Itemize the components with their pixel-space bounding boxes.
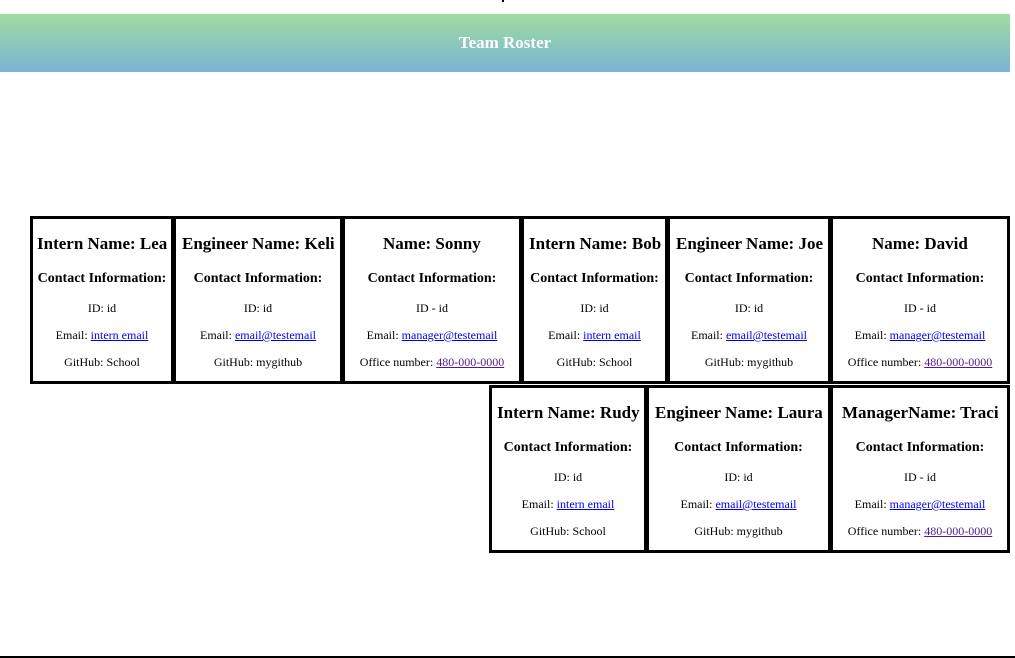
manager-card-traci: ManagerName: Traci Contact Information: … (830, 385, 1010, 553)
github-line: GitHub: School (530, 524, 606, 538)
card-title: Intern Name: Lea (37, 234, 168, 253)
email-line: Email: manager@testemail (366, 328, 498, 342)
contact-heading: Contact Information: (367, 271, 497, 286)
card-title: Intern Name: Rudy (497, 403, 640, 422)
github-line: GitHub: mygithub (704, 355, 794, 369)
id-line: ID - id (904, 470, 936, 484)
contact-heading: Contact Information: (674, 440, 803, 455)
id-line: ID: id (87, 301, 117, 315)
github-line: GitHub: mygithub (213, 355, 303, 369)
id-line: ID: id (553, 470, 583, 484)
contact-heading: Contact Information: (193, 271, 323, 286)
contact-heading: Contact Information: (503, 440, 633, 455)
phone-link[interactable]: 480-000-0000 (436, 355, 504, 369)
email-line: Email: intern email (55, 328, 149, 342)
email-link[interactable]: email@testemail (726, 328, 807, 342)
contact-heading: Contact Information: (855, 271, 985, 286)
contact-heading: Contact Information: (855, 440, 985, 455)
engineer-card-keli: Engineer Name: Keli Contact Information:… (173, 216, 343, 384)
email-line: Email: manager@testemail (854, 497, 986, 511)
github-line: GitHub: mygithub (694, 524, 783, 538)
contact-heading: Contact Information: (530, 271, 659, 286)
email-line: Email: email@testemail (199, 328, 317, 342)
id-line: ID - id (416, 301, 448, 315)
engineer-card-laura: Engineer Name: Laura Contact Information… (646, 385, 831, 553)
contact-heading: Contact Information: (37, 271, 167, 286)
engineer-card-joe: Engineer Name: Joe Contact Information: … (667, 216, 831, 384)
top-dot (502, 0, 504, 2)
intern-card-lea: Intern Name: Lea Contact Information: ID… (30, 216, 174, 384)
email-line: Email: intern email (521, 497, 615, 511)
github-line: GitHub: School (556, 355, 633, 369)
page-title: Team Roster (458, 33, 552, 52)
email-link[interactable]: manager@testemail (402, 328, 498, 342)
phone-link[interactable]: 480-000-0000 (924, 355, 992, 369)
contact-heading: Contact Information: (684, 271, 814, 286)
intern-card-bob: Intern Name: Bob Contact Information: ID… (521, 216, 668, 384)
github-line: GitHub: School (64, 355, 140, 369)
email-line: Email: intern email (548, 328, 641, 342)
id-line: ID: id (734, 301, 764, 315)
card-title: ManagerName: Traci (842, 403, 999, 422)
email-link[interactable]: manager@testemail (890, 497, 986, 511)
card-title: Engineer Name: Laura (655, 403, 823, 422)
id-line: ID: id (724, 470, 753, 484)
id-line: ID: id (243, 301, 273, 315)
email-line: Email: email@testemail (690, 328, 808, 342)
manager-card-david: Name: David Contact Information: ID - id… (830, 216, 1010, 384)
card-title: Intern Name: Bob (529, 234, 662, 253)
intern-card-rudy: Intern Name: Rudy Contact Information: I… (489, 385, 647, 553)
office-line: Office number: 480-000-0000 (847, 355, 993, 369)
card-title: Engineer Name: Keli (182, 234, 335, 253)
email-link[interactable]: email@testemail (235, 328, 316, 342)
phone-link[interactable]: 480-000-0000 (924, 524, 992, 538)
email-line: Email: email@testemail (680, 497, 797, 511)
email-link[interactable]: intern email (557, 497, 615, 511)
email-link[interactable]: intern email (583, 328, 641, 342)
email-link[interactable]: email@testemail (715, 497, 796, 511)
header-banner: Team Roster (0, 14, 1010, 72)
card-title: Engineer Name: Joe (676, 234, 823, 253)
manager-card-sonny: Name: Sonny Contact Information: ID - id… (342, 216, 522, 384)
email-line: Email: manager@testemail (854, 328, 986, 342)
card-title: Name: David (872, 234, 968, 253)
email-link[interactable]: manager@testemail (890, 328, 986, 342)
office-line: Office number: 480-000-0000 (359, 355, 505, 369)
card-title: Name: Sonny (383, 234, 481, 253)
id-line: ID: id (580, 301, 609, 315)
office-line: Office number: 480-000-0000 (847, 524, 993, 538)
id-line: ID - id (904, 301, 936, 315)
email-link[interactable]: intern email (91, 328, 149, 342)
